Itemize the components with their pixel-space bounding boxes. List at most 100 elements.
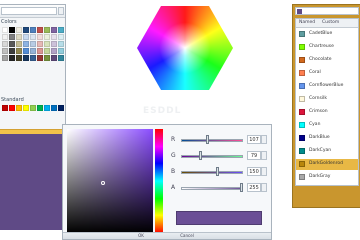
named-color-dropdown[interactable] <box>295 7 359 15</box>
color-swatch[interactable] <box>9 55 15 61</box>
color-swatch[interactable] <box>51 105 57 111</box>
color-swatch[interactable] <box>9 27 15 33</box>
list-item[interactable]: DarkCyan <box>296 146 358 157</box>
color-swatch[interactable] <box>44 27 50 33</box>
color-swatch[interactable] <box>16 48 22 54</box>
color-hexagon[interactable] <box>137 6 233 90</box>
color-swatch[interactable] <box>16 55 22 61</box>
channel-value-input[interactable]: 150 <box>247 167 261 176</box>
channel-thumb[interactable] <box>215 167 219 176</box>
chevron-down-icon[interactable] <box>58 7 64 15</box>
color-swatch[interactable] <box>58 34 64 40</box>
color-swatch[interactable] <box>2 105 8 111</box>
color-swatch[interactable] <box>51 55 57 61</box>
color-swatch[interactable] <box>30 55 36 61</box>
saturation-value-field[interactable] <box>67 129 153 233</box>
color-swatch[interactable] <box>37 48 43 54</box>
channel-track[interactable] <box>181 187 243 190</box>
list-item[interactable]: DarkBlue <box>296 133 358 144</box>
color-swatch[interactable] <box>44 48 50 54</box>
list-item[interactable]: DarkGoldenrod <box>296 159 358 170</box>
ok-button[interactable]: OK <box>133 233 149 239</box>
color-swatch[interactable] <box>2 41 8 47</box>
color-swatch[interactable] <box>58 105 64 111</box>
channel-value-input[interactable]: 255 <box>247 183 261 192</box>
color-swatch[interactable] <box>16 27 22 33</box>
list-item[interactable]: DarkGray <box>296 172 358 183</box>
color-swatch[interactable] <box>16 105 22 111</box>
color-swatch[interactable] <box>44 105 50 111</box>
color-swatch[interactable] <box>37 105 43 111</box>
channel-thumb[interactable] <box>240 183 243 192</box>
color-swatch[interactable] <box>2 55 8 61</box>
cancel-button[interactable]: Cancel <box>175 233 199 239</box>
spin-icon[interactable] <box>261 135 267 144</box>
list-item[interactable]: CornflowerBlue <box>296 81 358 92</box>
list-item[interactable]: Crimson <box>296 107 358 118</box>
color-swatch[interactable] <box>9 105 15 111</box>
color-swatch[interactable] <box>58 55 64 61</box>
color-swatch[interactable] <box>2 48 8 54</box>
list-item[interactable]: Cyan <box>296 120 358 131</box>
spin-icon[interactable] <box>261 183 267 192</box>
channel-track[interactable] <box>181 139 243 142</box>
tab-named[interactable]: Named <box>299 20 315 25</box>
color-swatch[interactable] <box>23 48 29 54</box>
color-swatch[interactable] <box>23 55 29 61</box>
color-swatch[interactable] <box>37 34 43 40</box>
hue-slider[interactable] <box>155 129 163 233</box>
spin-icon[interactable] <box>261 167 267 176</box>
color-swatch[interactable] <box>2 27 8 33</box>
color-swatch[interactable] <box>51 48 57 54</box>
color-swatch[interactable] <box>23 105 29 111</box>
color-dropdown-header[interactable] <box>0 5 65 18</box>
color-swatch[interactable] <box>58 41 64 47</box>
color-swatch[interactable] <box>23 41 29 47</box>
color-swatch[interactable] <box>16 41 22 47</box>
list-item[interactable]: CadetBlue <box>296 29 358 40</box>
color-swatch[interactable] <box>30 34 36 40</box>
color-swatch[interactable] <box>44 55 50 61</box>
color-swatch[interactable] <box>51 41 57 47</box>
color-swatch[interactable] <box>58 48 64 54</box>
color-swatch[interactable] <box>30 48 36 54</box>
channel-row-g: G 79 <box>171 151 269 161</box>
color-swatch[interactable] <box>9 41 15 47</box>
channel-track[interactable] <box>181 155 243 158</box>
channel-label: R <box>171 136 176 143</box>
channel-track[interactable] <box>181 171 243 174</box>
named-color-list[interactable]: Named Custom CadetBlue Chartreuse Chocolat… <box>295 18 359 186</box>
color-swatch[interactable] <box>30 41 36 47</box>
color-swatch[interactable] <box>37 41 43 47</box>
channel-value-input[interactable]: 107 <box>247 135 261 144</box>
list-item[interactable]: Chartreuse <box>296 42 358 53</box>
channel-thumb[interactable] <box>199 151 203 160</box>
color-swatch[interactable] <box>23 27 29 33</box>
channel-value-input[interactable]: 79 <box>247 151 261 160</box>
color-swatch[interactable] <box>30 27 36 33</box>
list-item[interactable]: Coral <box>296 68 358 79</box>
list-item[interactable]: Cornsilk <box>296 94 358 105</box>
channel-row-r: R 107 <box>171 135 269 145</box>
color-swatch[interactable] <box>9 48 15 54</box>
color-chip <box>299 109 305 115</box>
color-swatch[interactable] <box>9 34 15 40</box>
color-dropdown-input[interactable] <box>1 7 57 15</box>
color-thumb[interactable] <box>101 181 105 185</box>
color-swatch[interactable] <box>44 34 50 40</box>
color-swatch[interactable] <box>51 27 57 33</box>
color-name: Cornsilk <box>309 96 327 101</box>
channel-thumb[interactable] <box>205 135 209 144</box>
color-swatch[interactable] <box>37 27 43 33</box>
color-swatch[interactable] <box>51 34 57 40</box>
color-swatch[interactable] <box>23 34 29 40</box>
color-swatch[interactable] <box>30 105 36 111</box>
color-swatch[interactable] <box>2 34 8 40</box>
tab-custom[interactable]: Custom <box>322 20 339 25</box>
color-swatch[interactable] <box>16 34 22 40</box>
list-item[interactable]: Chocolate <box>296 55 358 66</box>
color-swatch[interactable] <box>44 41 50 47</box>
color-swatch[interactable] <box>37 55 43 61</box>
spin-icon[interactable] <box>261 151 267 160</box>
color-swatch[interactable] <box>58 27 64 33</box>
